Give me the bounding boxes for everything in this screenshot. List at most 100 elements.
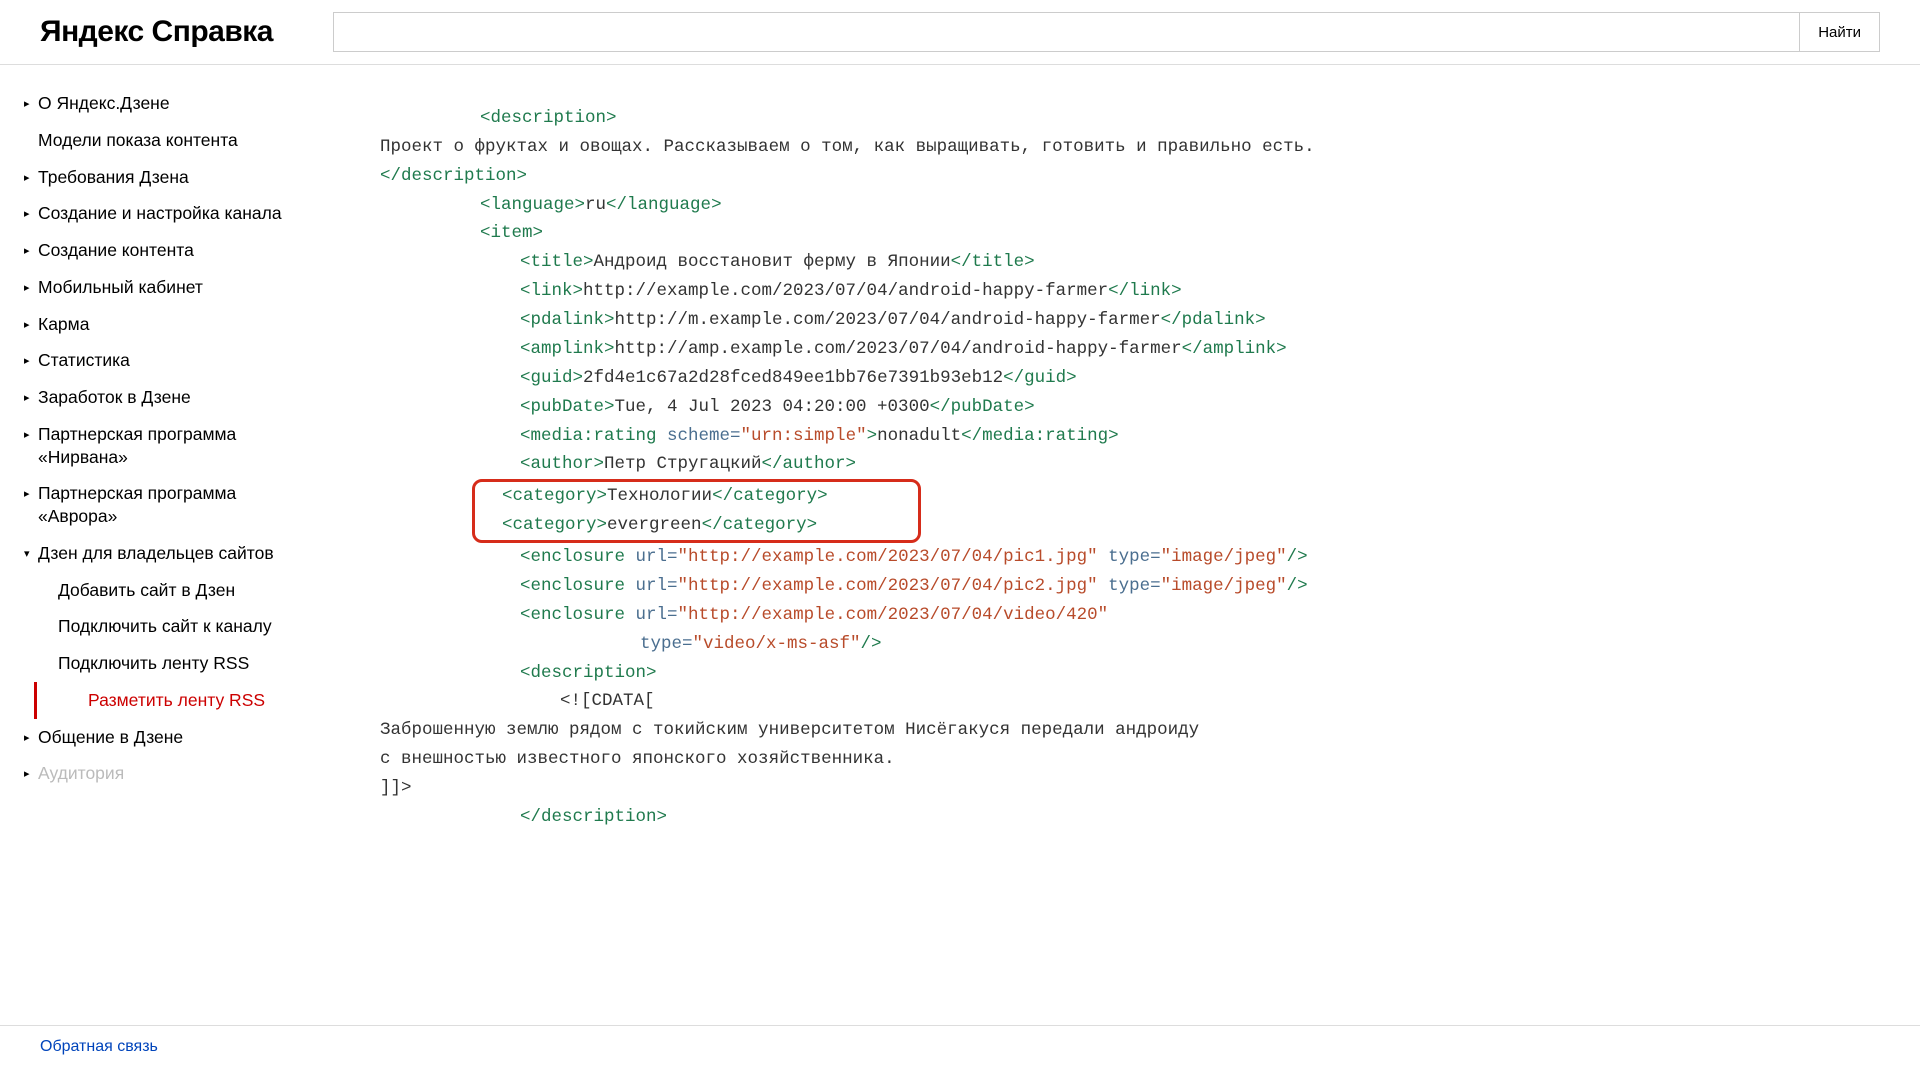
nav-add-site[interactable]: Добавить сайт в Дзен — [54, 572, 340, 609]
xml-tag: </pdalink> — [1161, 310, 1266, 330]
xml-tag: </pubDate> — [930, 397, 1035, 417]
xml-text: с внешностью известного японского хозяйс… — [380, 749, 895, 769]
search-button[interactable]: Найти — [1800, 12, 1880, 52]
xml-tag: </category> — [702, 515, 818, 535]
nav-karma[interactable]: ▸Карма — [20, 306, 340, 343]
chevron-right-icon: ▸ — [24, 244, 38, 258]
nav-label: О Яндекс.Дзене — [38, 92, 340, 115]
chevron-right-icon: ▸ — [24, 207, 38, 221]
search-input[interactable] — [333, 12, 1800, 52]
nav-audience[interactable]: ▸Аудитория — [20, 755, 340, 792]
search-form: Найти — [333, 12, 1880, 52]
nav-stats[interactable]: ▸Статистика — [20, 342, 340, 379]
chevron-right-icon: ▸ — [24, 731, 38, 745]
chevron-right-icon: ▸ — [24, 318, 38, 332]
nav-create-content[interactable]: ▸Создание контента — [20, 232, 340, 269]
xml-text: Tue, 4 Jul 2023 04:20:00 +0300 — [615, 397, 930, 417]
nav-connect-rss[interactable]: Подключить ленту RSS — [54, 645, 340, 682]
chevron-right-icon: ▸ — [24, 281, 38, 295]
xml-attr: url= — [636, 576, 678, 596]
xml-tag: <title> — [520, 252, 594, 272]
nav-label: Создание и настройка канала — [38, 202, 340, 225]
xml-str: "http://example.com/2023/07/04/pic2.jpg" — [678, 576, 1098, 596]
xml-tag: <link> — [520, 281, 583, 301]
xml-text: Заброшенную землю рядом с токийским унив… — [380, 720, 1199, 740]
xml-text: <![CDATA[ — [560, 691, 655, 711]
chevron-down-icon: ▾ — [24, 547, 38, 561]
xml-text: ]]> — [380, 778, 412, 798]
xml-tag: </amplink> — [1182, 339, 1287, 359]
nav-communication[interactable]: ▸Общение в Дзене — [20, 719, 340, 756]
nav-create-channel[interactable]: ▸Создание и настройка канала — [20, 195, 340, 232]
nav-markup-rss[interactable]: Разметить ленту RSS — [34, 682, 340, 719]
chevron-right-icon: ▸ — [24, 487, 38, 501]
xml-tag: /> — [1287, 576, 1308, 596]
nav-label: Разметить ленту RSS — [88, 689, 340, 712]
xml-tag: > — [867, 426, 878, 446]
xml-attr: url= — [636, 605, 678, 625]
xml-text: http://m.example.com/2023/07/04/android-… — [615, 310, 1161, 330]
logo[interactable]: Яндекс Справка — [40, 15, 273, 49]
nav-aurora[interactable]: ▸Партнерская программа «Аврора» — [20, 475, 340, 535]
chevron-right-icon: ▸ — [24, 354, 38, 368]
nav-label: Карма — [38, 313, 340, 336]
xml-attr: type= — [1098, 547, 1161, 567]
xml-str: "http://example.com/2023/07/04/pic1.jpg" — [678, 547, 1098, 567]
nav-about[interactable]: ▸О Яндекс.Дзене — [20, 85, 340, 122]
nav-label: Аудитория — [38, 762, 340, 785]
xml-tag: <amplink> — [520, 339, 615, 359]
xml-text: evergreen — [607, 515, 702, 535]
nav-label: Добавить сайт в Дзен — [58, 579, 340, 602]
chevron-right-icon: ▸ — [24, 428, 38, 442]
nav-requirements[interactable]: ▸Требования Дзена — [20, 159, 340, 196]
nav-site-owners[interactable]: ▾Дзен для владельцев сайтов — [20, 535, 340, 572]
xml-tag: </title> — [951, 252, 1035, 272]
highlight-box: <category>Технологии</category> <categor… — [472, 479, 921, 543]
nav-label: Модели показа контента — [38, 129, 340, 152]
xml-tag: </description> — [520, 807, 667, 827]
xml-str: "http://example.com/2023/07/04/video/420… — [678, 605, 1109, 625]
xml-text: http://amp.example.com/2023/07/04/androi… — [615, 339, 1182, 359]
xml-tag: <description> — [520, 663, 657, 683]
xml-tag: <language> — [480, 195, 585, 215]
nav-connect-channel[interactable]: Подключить сайт к каналу — [54, 608, 340, 645]
xml-tag: <guid> — [520, 368, 583, 388]
xml-tag: <pubDate> — [520, 397, 615, 417]
xml-tag: </language> — [606, 195, 722, 215]
code-block: <description> Проект о фруктах и овощах.… — [380, 75, 1880, 832]
xml-tag: <pdalink> — [520, 310, 615, 330]
nav-mobile[interactable]: ▸Мобильный кабинет — [20, 269, 340, 306]
xml-tag: <enclosure — [520, 605, 636, 625]
nav-label: Создание контента — [38, 239, 340, 262]
xml-tag: </category> — [712, 486, 828, 506]
sidebar-nav: ▸О Яндекс.Дзене Модели показа контента ▸… — [0, 65, 340, 1025]
xml-tag: <description> — [480, 108, 617, 128]
chevron-right-icon: ▸ — [24, 97, 38, 111]
nav-label: Дзен для владельцев сайтов — [38, 542, 340, 565]
xml-tag: </guid> — [1003, 368, 1077, 388]
xml-attr: url= — [636, 547, 678, 567]
xml-tag: <enclosure — [520, 576, 636, 596]
nav-label: Общение в Дзене — [38, 726, 340, 749]
xml-tag: </author> — [762, 454, 857, 474]
xml-text: Петр Стругацкий — [604, 454, 762, 474]
xml-tag: </link> — [1108, 281, 1182, 301]
xml-text: Технологии — [607, 486, 712, 506]
nav-label: Подключить ленту RSS — [58, 652, 340, 675]
main-content: <description> Проект о фруктах и овощах.… — [340, 65, 1920, 1025]
nav-label: Требования Дзена — [38, 166, 340, 189]
nav-nirvana[interactable]: ▸Партнерская программа «Нирвана» — [20, 416, 340, 476]
nav-earn[interactable]: ▸Заработок в Дзене — [20, 379, 340, 416]
xml-tag: /> — [861, 634, 882, 654]
xml-str: "image/jpeg" — [1161, 547, 1287, 567]
xml-str: "urn:simple" — [741, 426, 867, 446]
xml-tag: </media:rating> — [961, 426, 1119, 446]
nav-models[interactable]: Модели показа контента — [20, 122, 340, 159]
feedback-link[interactable]: Обратная связь — [40, 1038, 158, 1055]
xml-text: ru — [585, 195, 606, 215]
xml-attr: type= — [640, 634, 693, 654]
nav-label: Партнерская программа «Аврора» — [38, 482, 340, 528]
xml-str: "video/x-ms-asf" — [693, 634, 861, 654]
xml-text: http://example.com/2023/07/04/android-ha… — [583, 281, 1108, 301]
xml-str: "image/jpeg" — [1161, 576, 1287, 596]
